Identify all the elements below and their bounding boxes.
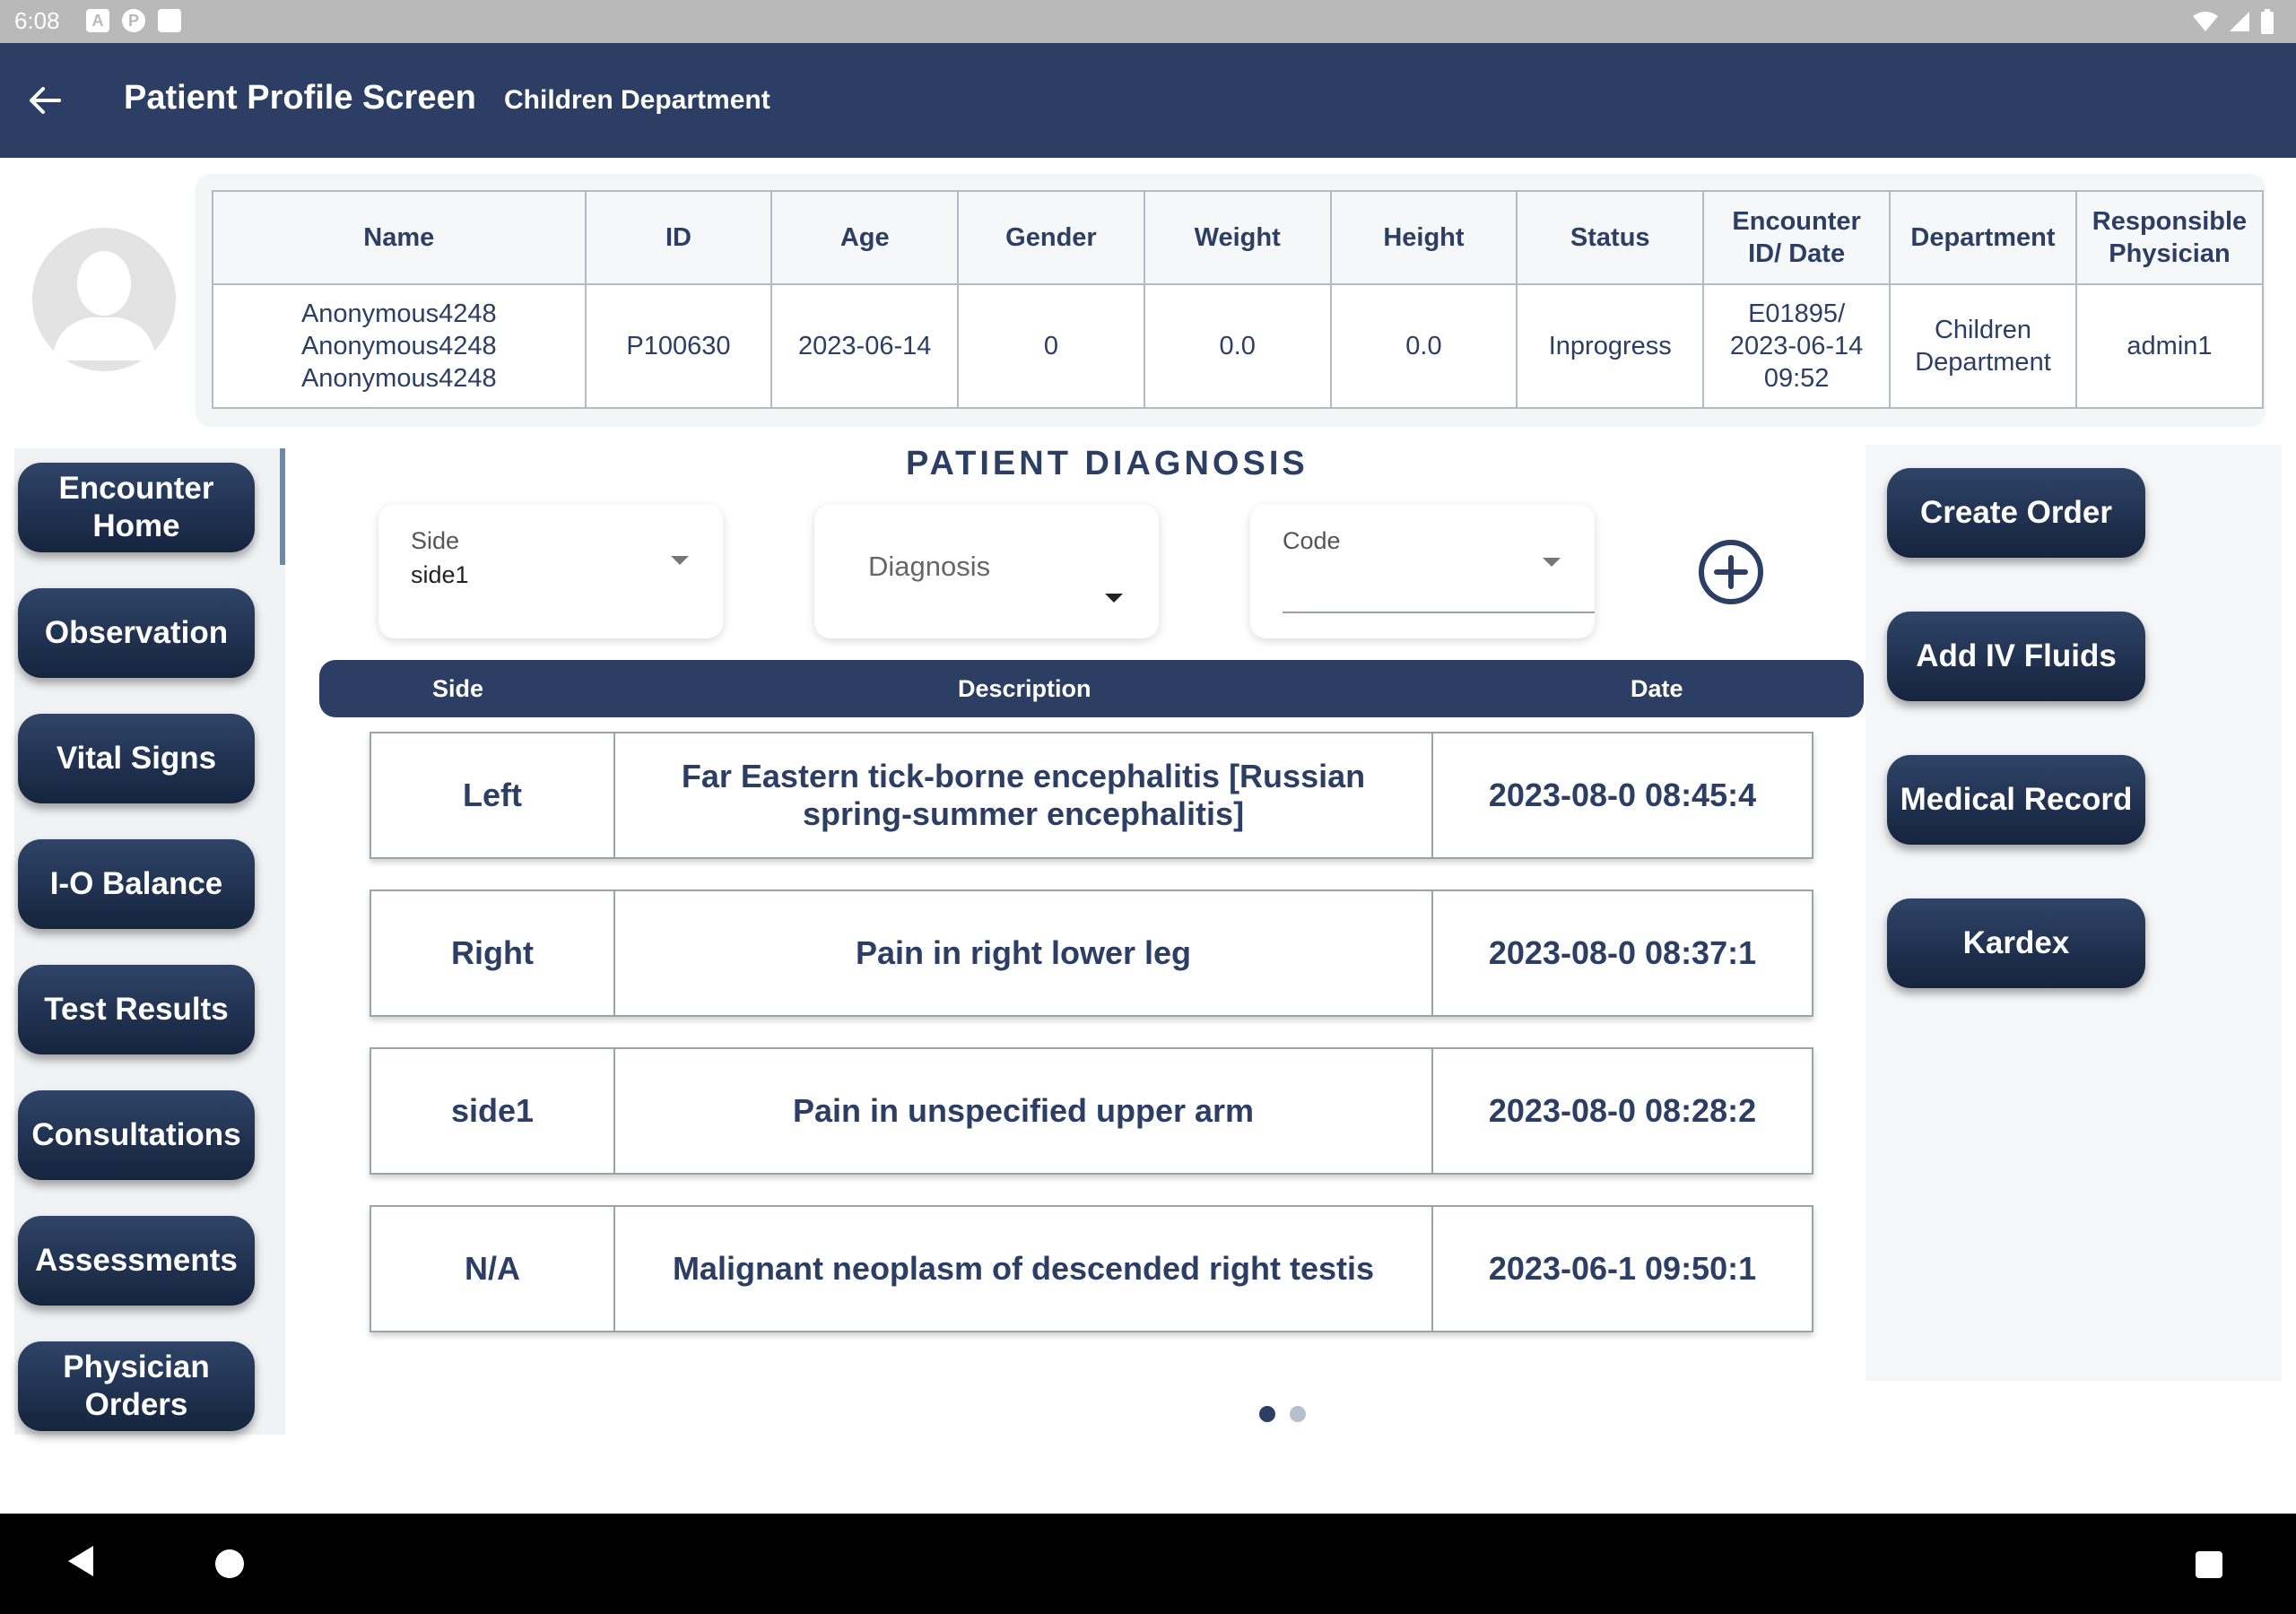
nav-home-icon[interactable] bbox=[215, 1549, 244, 1578]
header-weight: Weight bbox=[1143, 190, 1332, 285]
nav-encounter-home-button[interactable]: Encounter Home bbox=[18, 463, 255, 552]
value-status: Inprogress bbox=[1516, 283, 1705, 409]
side-dropdown[interactable]: Side side1 bbox=[378, 504, 723, 638]
value-physician: admin1 bbox=[2074, 283, 2265, 409]
nav-assessments-button[interactable]: Assessments bbox=[18, 1216, 255, 1306]
create-order-button[interactable]: Create Order bbox=[1887, 468, 2145, 558]
name-line: Anonymous4248 bbox=[300, 299, 497, 328]
row-description: Pain in right lower leg bbox=[615, 891, 1433, 1015]
encounter-line: E01895/ bbox=[1748, 299, 1846, 328]
value-height: 0.0 bbox=[1329, 283, 1518, 409]
name-line: Anonymous4248 bbox=[300, 332, 497, 360]
value-gender: 0 bbox=[957, 283, 1145, 409]
add-iv-fluids-button[interactable]: Add IV Fluids bbox=[1887, 612, 2145, 701]
chevron-down-icon bbox=[1105, 594, 1123, 603]
wifi-icon bbox=[2193, 12, 2218, 31]
chevron-down-icon bbox=[671, 556, 689, 565]
a-icon: A bbox=[86, 9, 109, 32]
diagnosis-row[interactable]: N/A Malignant neoplasm of descended righ… bbox=[370, 1205, 1813, 1332]
code-underline bbox=[1283, 612, 1595, 613]
section-title: PATIENT DIAGNOSIS bbox=[906, 445, 1309, 482]
row-description: Far Eastern tick-borne encephalitis [Rus… bbox=[615, 733, 1433, 857]
header-status: Status bbox=[1516, 190, 1705, 285]
chevron-down-icon bbox=[1543, 558, 1561, 567]
row-date: 2023-08-0 08:37:1 bbox=[1488, 934, 1757, 971]
system-nav-bar bbox=[0, 1514, 2296, 1614]
page-title: Patient Profile Screen bbox=[124, 79, 476, 117]
nav-consultations-button[interactable]: Consultations bbox=[18, 1090, 255, 1180]
nav-test-results-button[interactable]: Test Results bbox=[18, 965, 255, 1054]
row-date: 2023-08-0 08:28:2 bbox=[1488, 1092, 1757, 1129]
nav-observation-button[interactable]: Observation bbox=[18, 588, 255, 678]
value-id: P100630 bbox=[584, 283, 773, 409]
diagnosis-row[interactable]: Right Pain in right lower leg 2023-08-0 … bbox=[370, 889, 1813, 1017]
nav-vital-signs-button[interactable]: Vital Signs bbox=[18, 714, 255, 803]
header-department: Department bbox=[1889, 190, 2077, 285]
avatar bbox=[32, 228, 176, 371]
medical-record-button[interactable]: Medical Record bbox=[1887, 755, 2145, 845]
header-encounter: Encounter ID/ Date bbox=[1702, 190, 1892, 285]
patient-info-value-row: Anonymous4248 Anonymous4248 Anonymous424… bbox=[212, 283, 2265, 409]
header-gender: Gender bbox=[957, 190, 1145, 285]
battery-icon bbox=[2261, 9, 2274, 34]
signal-icon bbox=[2230, 12, 2249, 31]
diagnosis-list-header: Side Description Date bbox=[319, 660, 1864, 717]
row-date: 2023-08-0 08:45:4 bbox=[1488, 777, 1757, 813]
header-id: ID bbox=[584, 190, 773, 285]
value-department: Children Department bbox=[1889, 283, 2077, 409]
sd-card-icon bbox=[158, 9, 181, 32]
active-indicator bbox=[280, 448, 285, 565]
header-height: Height bbox=[1329, 190, 1518, 285]
column-side: Side bbox=[432, 675, 484, 702]
person-icon bbox=[32, 228, 176, 371]
header-age: Age bbox=[770, 190, 960, 285]
patient-info-header-row: Name ID Age Gender Weight Height Status … bbox=[212, 190, 2265, 285]
value-weight: 0.0 bbox=[1143, 283, 1332, 409]
diagnosis-placeholder: Diagnosis bbox=[868, 551, 991, 582]
header-physician: Responsible Physician bbox=[2074, 190, 2265, 285]
page-dot-2[interactable] bbox=[1290, 1406, 1306, 1422]
patient-info-table: Name ID Age Gender Weight Height Status … bbox=[212, 190, 2265, 409]
row-side: N/A bbox=[371, 1207, 615, 1331]
app-bar: Patient Profile Screen Children Departme… bbox=[0, 43, 2296, 158]
diagnosis-row[interactable]: Left Far Eastern tick-borne encephalitis… bbox=[370, 732, 1813, 859]
value-name: Anonymous4248 Anonymous4248 Anonymous424… bbox=[212, 283, 587, 409]
row-side: side1 bbox=[371, 1049, 615, 1173]
side-label: Side bbox=[411, 527, 460, 554]
status-time: 6:08 bbox=[14, 7, 60, 34]
page-indicator bbox=[1259, 1406, 1306, 1422]
side-value: side1 bbox=[411, 561, 469, 588]
nav-io-balance-button[interactable]: I-O Balance bbox=[18, 839, 255, 929]
plus-circle-icon[interactable] bbox=[1697, 538, 1765, 606]
department-line: Department bbox=[1915, 348, 2051, 377]
department-line: Children bbox=[1934, 316, 2031, 344]
nav-back-icon[interactable] bbox=[68, 1546, 93, 1576]
status-bar: 6:08 A P bbox=[0, 0, 2296, 43]
p-icon: P bbox=[122, 9, 145, 32]
value-encounter: E01895/ 2023-06-14 09:52 bbox=[1702, 283, 1892, 409]
encounter-line: 2023-06-14 bbox=[1729, 332, 1864, 360]
row-description: Malignant neoplasm of descended right te… bbox=[615, 1207, 1433, 1331]
name-line: Anonymous4248 bbox=[300, 364, 497, 393]
header-name: Name bbox=[212, 190, 587, 285]
page-dot-1[interactable] bbox=[1259, 1406, 1275, 1422]
column-date: Date bbox=[1631, 675, 1683, 702]
encounter-line: 09:52 bbox=[1763, 364, 1830, 393]
diagnosis-row[interactable]: side1 Pain in unspecified upper arm 2023… bbox=[370, 1047, 1813, 1175]
nav-physician-orders-button[interactable]: Physician Orders bbox=[18, 1341, 255, 1431]
column-description: Description bbox=[958, 675, 1091, 702]
arrow-back-icon[interactable] bbox=[23, 79, 66, 122]
row-side: Right bbox=[371, 891, 615, 1015]
code-dropdown[interactable]: Code bbox=[1250, 504, 1595, 638]
kardex-button[interactable]: Kardex bbox=[1887, 898, 2145, 988]
row-side: Left bbox=[371, 733, 615, 857]
department-subtitle: Children Department bbox=[504, 85, 770, 115]
nav-recents-icon[interactable] bbox=[2196, 1551, 2222, 1578]
row-description: Pain in unspecified upper arm bbox=[615, 1049, 1433, 1173]
value-age: 2023-06-14 bbox=[770, 283, 960, 409]
diagnosis-dropdown[interactable]: Diagnosis bbox=[814, 504, 1159, 638]
row-date: 2023-06-1 09:50:1 bbox=[1488, 1250, 1757, 1287]
code-label: Code bbox=[1283, 527, 1341, 554]
